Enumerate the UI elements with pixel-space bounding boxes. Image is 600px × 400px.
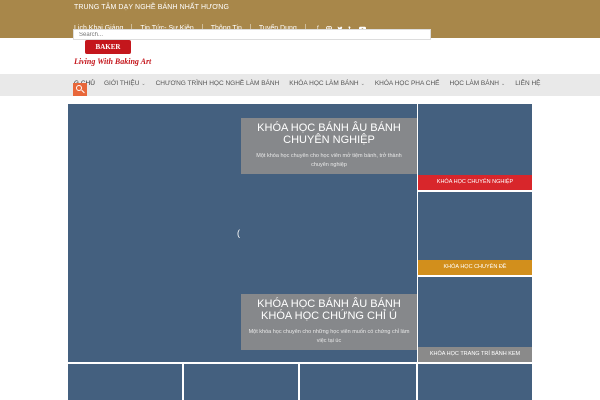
course-card-label: KHÓA HỌC TRANG TRÍ BÁNH KEM [418, 347, 532, 362]
slide-title-line: KHÓA HỌC CHỨNG CHỈ Ú [261, 310, 397, 322]
nav-item-baking-course[interactable]: KHÓA HỌC LÀM BÁNH ⌄ [289, 80, 365, 87]
bottom-tile[interactable] [300, 364, 416, 400]
nav-item-label: GIỚI THIỆU [103, 80, 140, 87]
nav-item-about[interactable]: GIỚI THIỆU ⌄ [104, 80, 146, 87]
slide-title-line: KHÓA HỌC BÁNH ÂU BÁNH [257, 298, 401, 310]
nav-item-learn-baking[interactable]: HỌC LÀM BÁNH ⌄ [450, 80, 506, 87]
loading-spinner-icon: ( [237, 228, 240, 238]
site-tagline: TRUNG TÂM DẠY NGHỀ BÁNH NHẤT HƯƠNG [74, 4, 230, 11]
slide-caption[interactable]: KHÓA HỌC BÁNH ÂU BÁNH CHUYÊN NGHIỆP Một … [241, 118, 417, 174]
nav-item-label: CHƯƠNG TRÌNH HỌC NGHỀ LÀM BÁNH [155, 80, 280, 87]
nav-item-vocational-program[interactable]: CHƯƠNG TRÌNH HỌC NGHỀ LÀM BÁNH [156, 80, 280, 87]
course-card-label: KHÓA HỌC CHUYÊN NGHIỆP [418, 175, 532, 190]
slide-caption[interactable]: KHÓA HỌC BÁNH ÂU BÁNH KHÓA HỌC CHỨNG CHỈ… [241, 294, 417, 350]
course-card-label: KHÓA HỌC CHUYÊN ĐỀ [418, 260, 532, 275]
slide-text: Một khóa học chuyên cho những học viên m… [248, 329, 410, 344]
slide-title: KHÓA HỌC BÁNH ÂU BÁNH CHUYÊN NGHIỆP [241, 118, 417, 146]
slide-title-line: KHÓA HỌC BÁNH ÂU BÁNH [257, 122, 401, 134]
course-card-topic[interactable]: KHÓA HỌC CHUYÊN ĐỀ [418, 192, 532, 275]
bottom-tile[interactable] [418, 364, 532, 400]
nav-item-contact[interactable]: LIÊN HỆ [515, 80, 540, 87]
nav-item-beverage-course[interactable]: KHÓA HỌC PHA CHẾ [375, 80, 440, 87]
course-card-professional[interactable]: KHÓA HỌC CHUYÊN NGHIỆP [418, 104, 532, 190]
search-button[interactable] [73, 83, 87, 96]
nav-item-label: KHÓA HỌC PHA CHẾ [374, 80, 440, 87]
slide-title-line: CHUYÊN NGHIỆP [283, 134, 375, 146]
page: TRUNG TÂM DẠY NGHỀ BÁNH NHẤT HƯƠNG Lịch … [0, 0, 600, 400]
nav-item-label: HỌC LÀM BÁNH [449, 80, 499, 87]
main-nav: G CHỦ GIỚI THIỆU⌄ CHƯƠNG TRÌNH HỌC NGHỀ … [0, 74, 600, 96]
slide-text: Một khóa học chuyên cho học viên mở tiệm… [256, 153, 402, 168]
bottom-tile[interactable] [68, 364, 182, 400]
chevron-down-icon: ⌄ [141, 80, 146, 87]
chevron-down-icon: ⌄ [500, 80, 506, 87]
search-input[interactable] [73, 29, 431, 40]
site-logo[interactable]: BAKER LOVE [85, 40, 131, 65]
course-card-cake-decoration[interactable]: KHÓA HỌC TRANG TRÍ BÁNH KEM [418, 277, 532, 362]
site-slogan: Living With Baking Art [74, 57, 152, 66]
nav-item-label: LIÊN HỆ [515, 80, 541, 87]
slide-title: KHÓA HỌC BÁNH ÂU BÁNH KHÓA HỌC CHỨNG CHỈ… [241, 294, 417, 322]
bottom-tile[interactable] [184, 364, 298, 400]
nav-item-label: KHÓA HỌC LÀM BÁNH [289, 80, 359, 87]
chevron-down-icon: ⌄ [360, 80, 365, 87]
